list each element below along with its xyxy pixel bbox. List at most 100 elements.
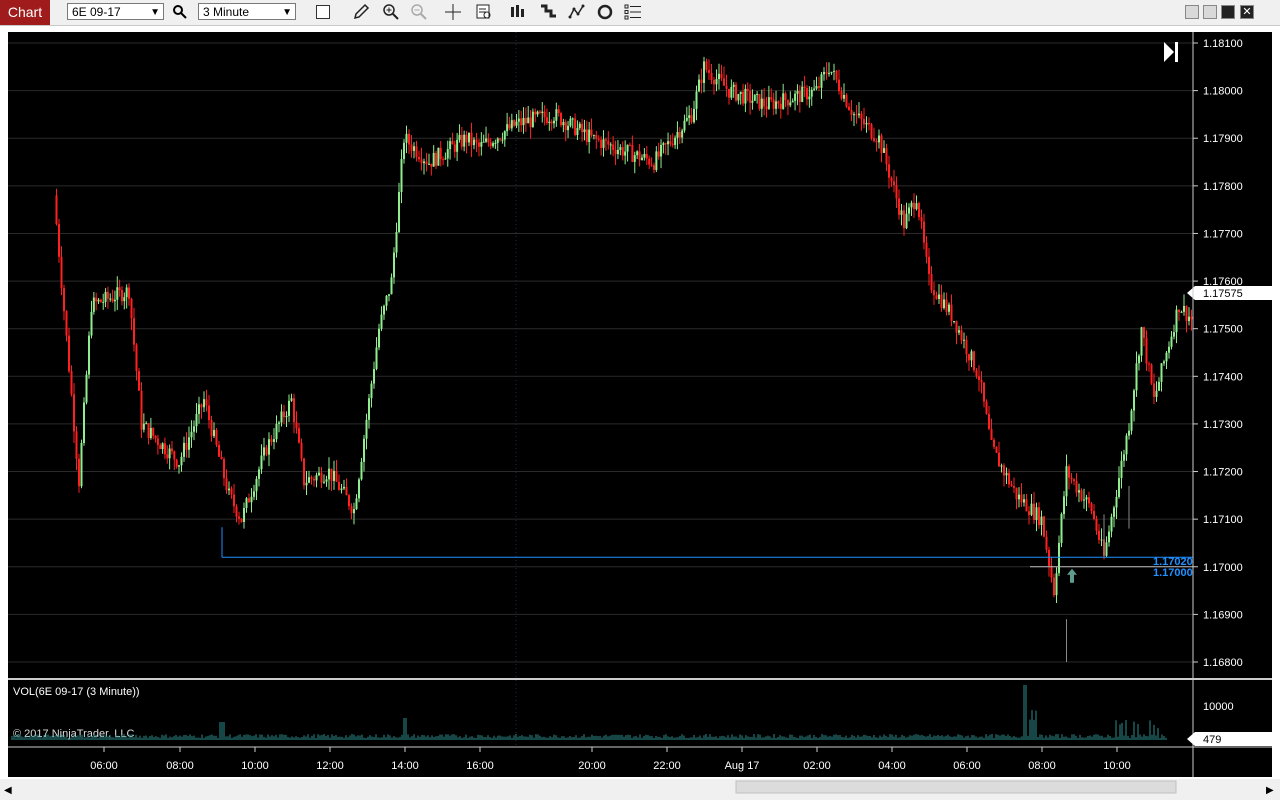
candle-body [1068, 466, 1070, 478]
candle-body [510, 120, 513, 129]
candle-body [205, 399, 208, 406]
candle-body [777, 101, 780, 104]
candle-body [1070, 477, 1073, 480]
candle-body [295, 422, 298, 429]
candle-body [975, 370, 978, 377]
candle-body [818, 86, 820, 88]
candle-body [111, 298, 114, 302]
candle-body [1153, 383, 1155, 397]
candle-body [770, 97, 773, 100]
candle-body [310, 477, 313, 479]
candle-body [920, 217, 923, 222]
candle-body [403, 142, 405, 160]
candle-body [152, 427, 155, 436]
candle-body [538, 111, 541, 113]
candle-body [130, 298, 133, 319]
candle-body [767, 97, 770, 109]
candle-body [840, 91, 843, 99]
candle-body [662, 143, 665, 145]
candle-body [1053, 577, 1055, 596]
candle-body [1095, 518, 1098, 531]
candle-body [860, 113, 863, 120]
candle-body [1010, 484, 1013, 487]
candle-body [270, 439, 273, 442]
candle-body [478, 142, 480, 147]
scrollbar-thumb[interactable] [735, 780, 1177, 794]
candle-body [378, 328, 380, 348]
candle-body [895, 185, 898, 199]
candle-body [995, 446, 998, 453]
candle-body [698, 79, 700, 92]
current-price-label: 1.17575 [1203, 288, 1243, 300]
price-tick-label: 1.18000 [1203, 86, 1243, 98]
candle-body [265, 447, 268, 455]
candle-body [786, 100, 789, 106]
candle-body [1090, 503, 1093, 512]
horizontal-scrollbar[interactable]: ◀ ▶ [0, 779, 1280, 800]
scroll-right-icon[interactable]: ▶ [1266, 785, 1274, 796]
candle-body [1133, 390, 1135, 411]
candle-body [744, 88, 747, 104]
candle-body [180, 456, 183, 466]
candle-body [645, 153, 648, 159]
candle-body [653, 165, 655, 170]
candle-body [980, 380, 983, 383]
candle-body [545, 117, 548, 123]
candle-body [109, 298, 112, 300]
candle-body [621, 147, 624, 156]
candle-body [527, 117, 530, 124]
candle-body [470, 132, 473, 146]
candle-body [145, 423, 148, 425]
candle-body [562, 122, 565, 126]
candle-body [541, 111, 544, 113]
candle-body [253, 491, 255, 497]
candle-body [175, 459, 178, 467]
candle-body [65, 311, 68, 336]
candle-body [473, 139, 475, 146]
candle-body [1138, 355, 1140, 364]
scroll-left-icon[interactable]: ◀ [4, 785, 12, 796]
candle-body [560, 113, 563, 126]
price-tick-label: 1.17200 [1203, 467, 1243, 479]
candle-body [458, 134, 461, 140]
candle-body [728, 88, 730, 98]
time-tick-label: 04:00 [878, 760, 906, 772]
candle-body [756, 94, 759, 96]
candle-body [156, 438, 159, 446]
candle-body [1075, 481, 1078, 493]
time-tick-label: 10:00 [1103, 760, 1131, 772]
candle-body [710, 72, 713, 80]
candle-body [853, 114, 855, 116]
price-tick-label: 1.17400 [1203, 371, 1243, 383]
candle-body [590, 129, 593, 136]
candle-body [789, 102, 792, 106]
candle-body [303, 458, 305, 486]
candle-body [903, 210, 905, 229]
candle-body [1018, 494, 1020, 500]
candle-body [870, 124, 873, 139]
candle-body [631, 144, 634, 162]
candle-body [340, 488, 343, 490]
candle-body [581, 123, 584, 133]
candle-body [765, 106, 768, 109]
candle-body [475, 139, 478, 143]
candle-body [63, 288, 65, 312]
candle-body [648, 158, 651, 165]
candle-body [945, 299, 948, 312]
candle-body [801, 86, 804, 102]
candle-body [320, 472, 323, 483]
candle-body [420, 159, 423, 164]
candle-body [1183, 305, 1185, 312]
candle-body [1188, 316, 1190, 322]
candle-body [463, 134, 466, 147]
candle-body [723, 78, 725, 86]
candle-body [395, 231, 398, 253]
candle-body [335, 470, 338, 482]
chart-canvas[interactable]: 1.170201.17000 1.181001.180001.179001.17… [0, 0, 1280, 800]
candle-body [517, 118, 520, 122]
candle-body [353, 509, 355, 514]
candle-body [555, 109, 558, 121]
candle-body [494, 142, 497, 144]
candle-body [1148, 363, 1150, 365]
candle-body [425, 161, 428, 164]
